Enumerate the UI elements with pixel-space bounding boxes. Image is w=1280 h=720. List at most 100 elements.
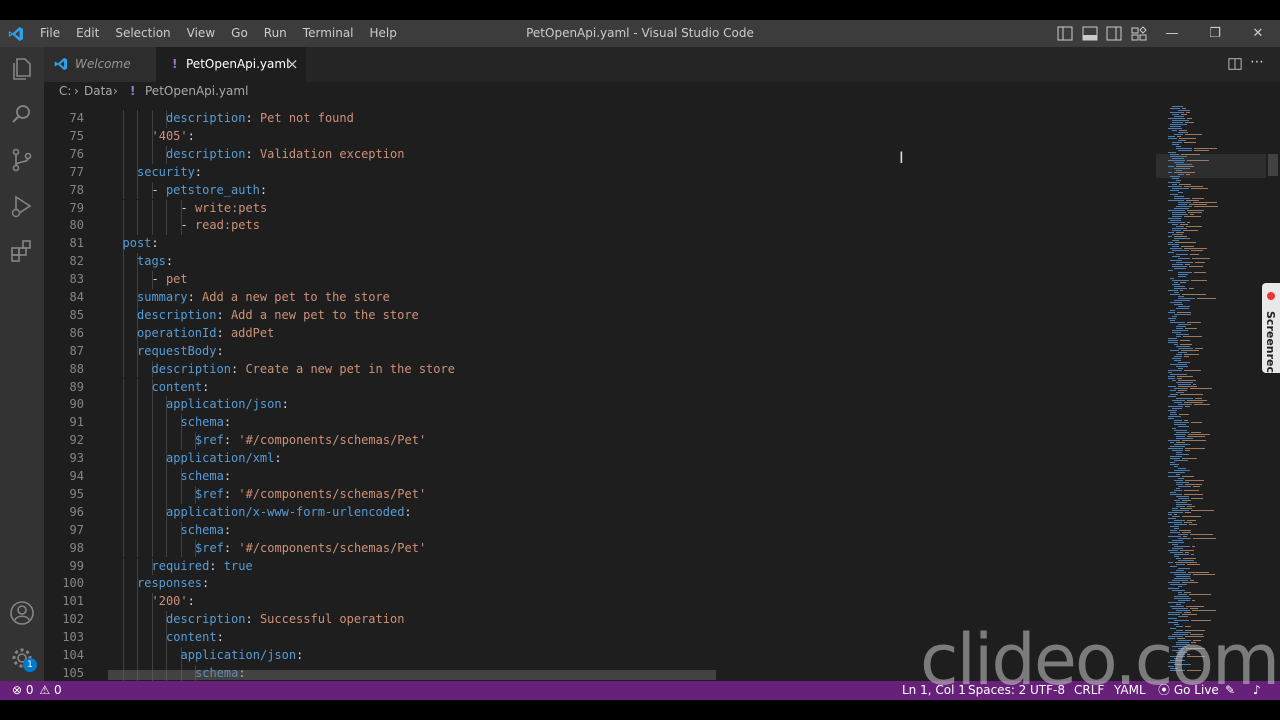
line-number: 76 [69,146,84,161]
minimap-line [1174,116,1184,117]
menu-run[interactable]: Run [256,20,295,47]
minimap-line [1178,586,1182,587]
code-token: - [151,272,166,287]
minimap-line [1170,310,1175,311]
source-control-icon[interactable] [8,146,36,174]
accounts-icon[interactable] [8,599,36,627]
menu-file[interactable]: File [32,20,68,47]
split-editor-icon[interactable] [1228,57,1242,71]
run-and-debug-icon[interactable] [8,192,36,220]
tab-welcome[interactable]: Welcome [44,47,156,82]
close-tab-icon[interactable]: × [286,47,299,82]
indent-guide [137,647,138,665]
breadcrumb-drive[interactable]: C: [59,82,71,100]
breadcrumb-file[interactable]: PetOpenApi.yaml [145,82,248,100]
code-token: - [180,218,195,233]
minimap-line [1185,448,1205,449]
minimap-line [1168,440,1180,441]
code-line: 89 content: [44,378,1156,397]
line-number: 99 [69,558,84,573]
minimap-line [1189,288,1194,289]
minimap[interactable] [1156,102,1266,681]
minimap-line [1172,224,1178,225]
minimap-line [1168,448,1183,449]
minimap-line [1168,182,1180,183]
breadcrumb-separator: › [74,84,79,98]
minimap-line [1178,150,1192,151]
minimap-line [1183,558,1196,559]
minimap-line [1172,590,1185,591]
more-actions-icon[interactable]: ⋯ [1250,47,1264,77]
restore-button[interactable]: ❐ [1193,20,1237,47]
menu-view[interactable]: View [179,20,223,47]
minimap-line [1182,516,1201,517]
minimap-line [1168,472,1185,473]
indent-guide [151,414,153,433]
toggle-primary-sidebar-icon[interactable] [1057,26,1073,41]
minimap-line [1174,480,1183,481]
indent-guide [122,503,124,522]
code-token: : [194,164,203,179]
code-token: Create a new pet in the store [245,361,455,376]
minimap-line [1193,574,1215,575]
minimap-line [1192,546,1195,547]
code-token: '#/components/schemas/Pet' [238,433,427,448]
minimap-line [1170,260,1182,261]
minimap-line [1178,478,1184,479]
minimap-line [1193,538,1216,539]
search-icon[interactable] [8,101,36,129]
minimap-line [1182,294,1206,295]
minimap-line [1175,562,1197,563]
record-icon [1267,292,1275,300]
minimap-line [1178,568,1190,569]
line-number: 93 [69,451,84,466]
menu-selection[interactable]: Selection [107,20,178,47]
minimap-line [1178,486,1191,487]
minimap-line [1193,384,1196,385]
problems-indicator[interactable]: ⊗ 0 ⚠ 0 [12,681,62,700]
minimap-line [1170,494,1182,495]
minimap-line [1184,216,1201,217]
menu-edit[interactable]: Edit [68,20,107,47]
explorer-icon[interactable] [8,55,36,83]
customize-layout-icon[interactable] [1131,26,1147,41]
code-editor[interactable]: 74 description: Pet not found 75 '405': 76 de… [44,102,1156,681]
minimap-line [1174,420,1182,421]
vertical-scrollbar[interactable] [1266,102,1280,681]
horizontal-scrollbar[interactable] [108,670,716,680]
minimap-line [1178,404,1192,405]
minimap-line [1187,436,1205,437]
indent-guide [137,593,138,612]
toggle-secondary-sidebar-icon[interactable] [1106,26,1122,41]
minimap-line [1170,176,1180,177]
code-token: : [187,128,195,143]
tab-petopenapi[interactable]: ! PetOpenApi.yaml × [156,47,306,82]
toggle-panel-icon[interactable] [1082,26,1098,41]
indent-guide [137,611,138,630]
extensions-icon[interactable] [8,237,36,265]
minimap-line [1168,136,1175,137]
indent-guide [151,629,153,647]
minimap-line [1176,454,1189,455]
minimap-line [1168,128,1182,129]
minimap-line [1191,422,1202,423]
minimize-button[interactable]: — [1150,20,1194,47]
minimap-line [1170,394,1178,395]
menu-go[interactable]: Go [223,20,256,47]
indent-guide [122,485,124,504]
minimap-line [1181,246,1194,247]
minimap-line [1187,564,1200,565]
minimap-line [1172,106,1183,107]
minimap-line [1183,336,1202,337]
close-window-button[interactable]: ✕ [1236,20,1280,47]
minimap-line [1168,338,1177,339]
code-line: 80 - read:pets [44,217,1156,236]
screenrec-widget[interactable]: Screenrec [1262,283,1280,373]
minimap-line [1178,296,1184,297]
minimap-line [1168,340,1178,341]
menu-terminal[interactable]: Terminal [295,20,362,47]
menu-help[interactable]: Help [362,20,405,47]
scrollbar-thumb[interactable] [1268,154,1278,176]
indent-guide [122,163,124,182]
breadcrumb-folder[interactable]: Data [84,82,113,100]
